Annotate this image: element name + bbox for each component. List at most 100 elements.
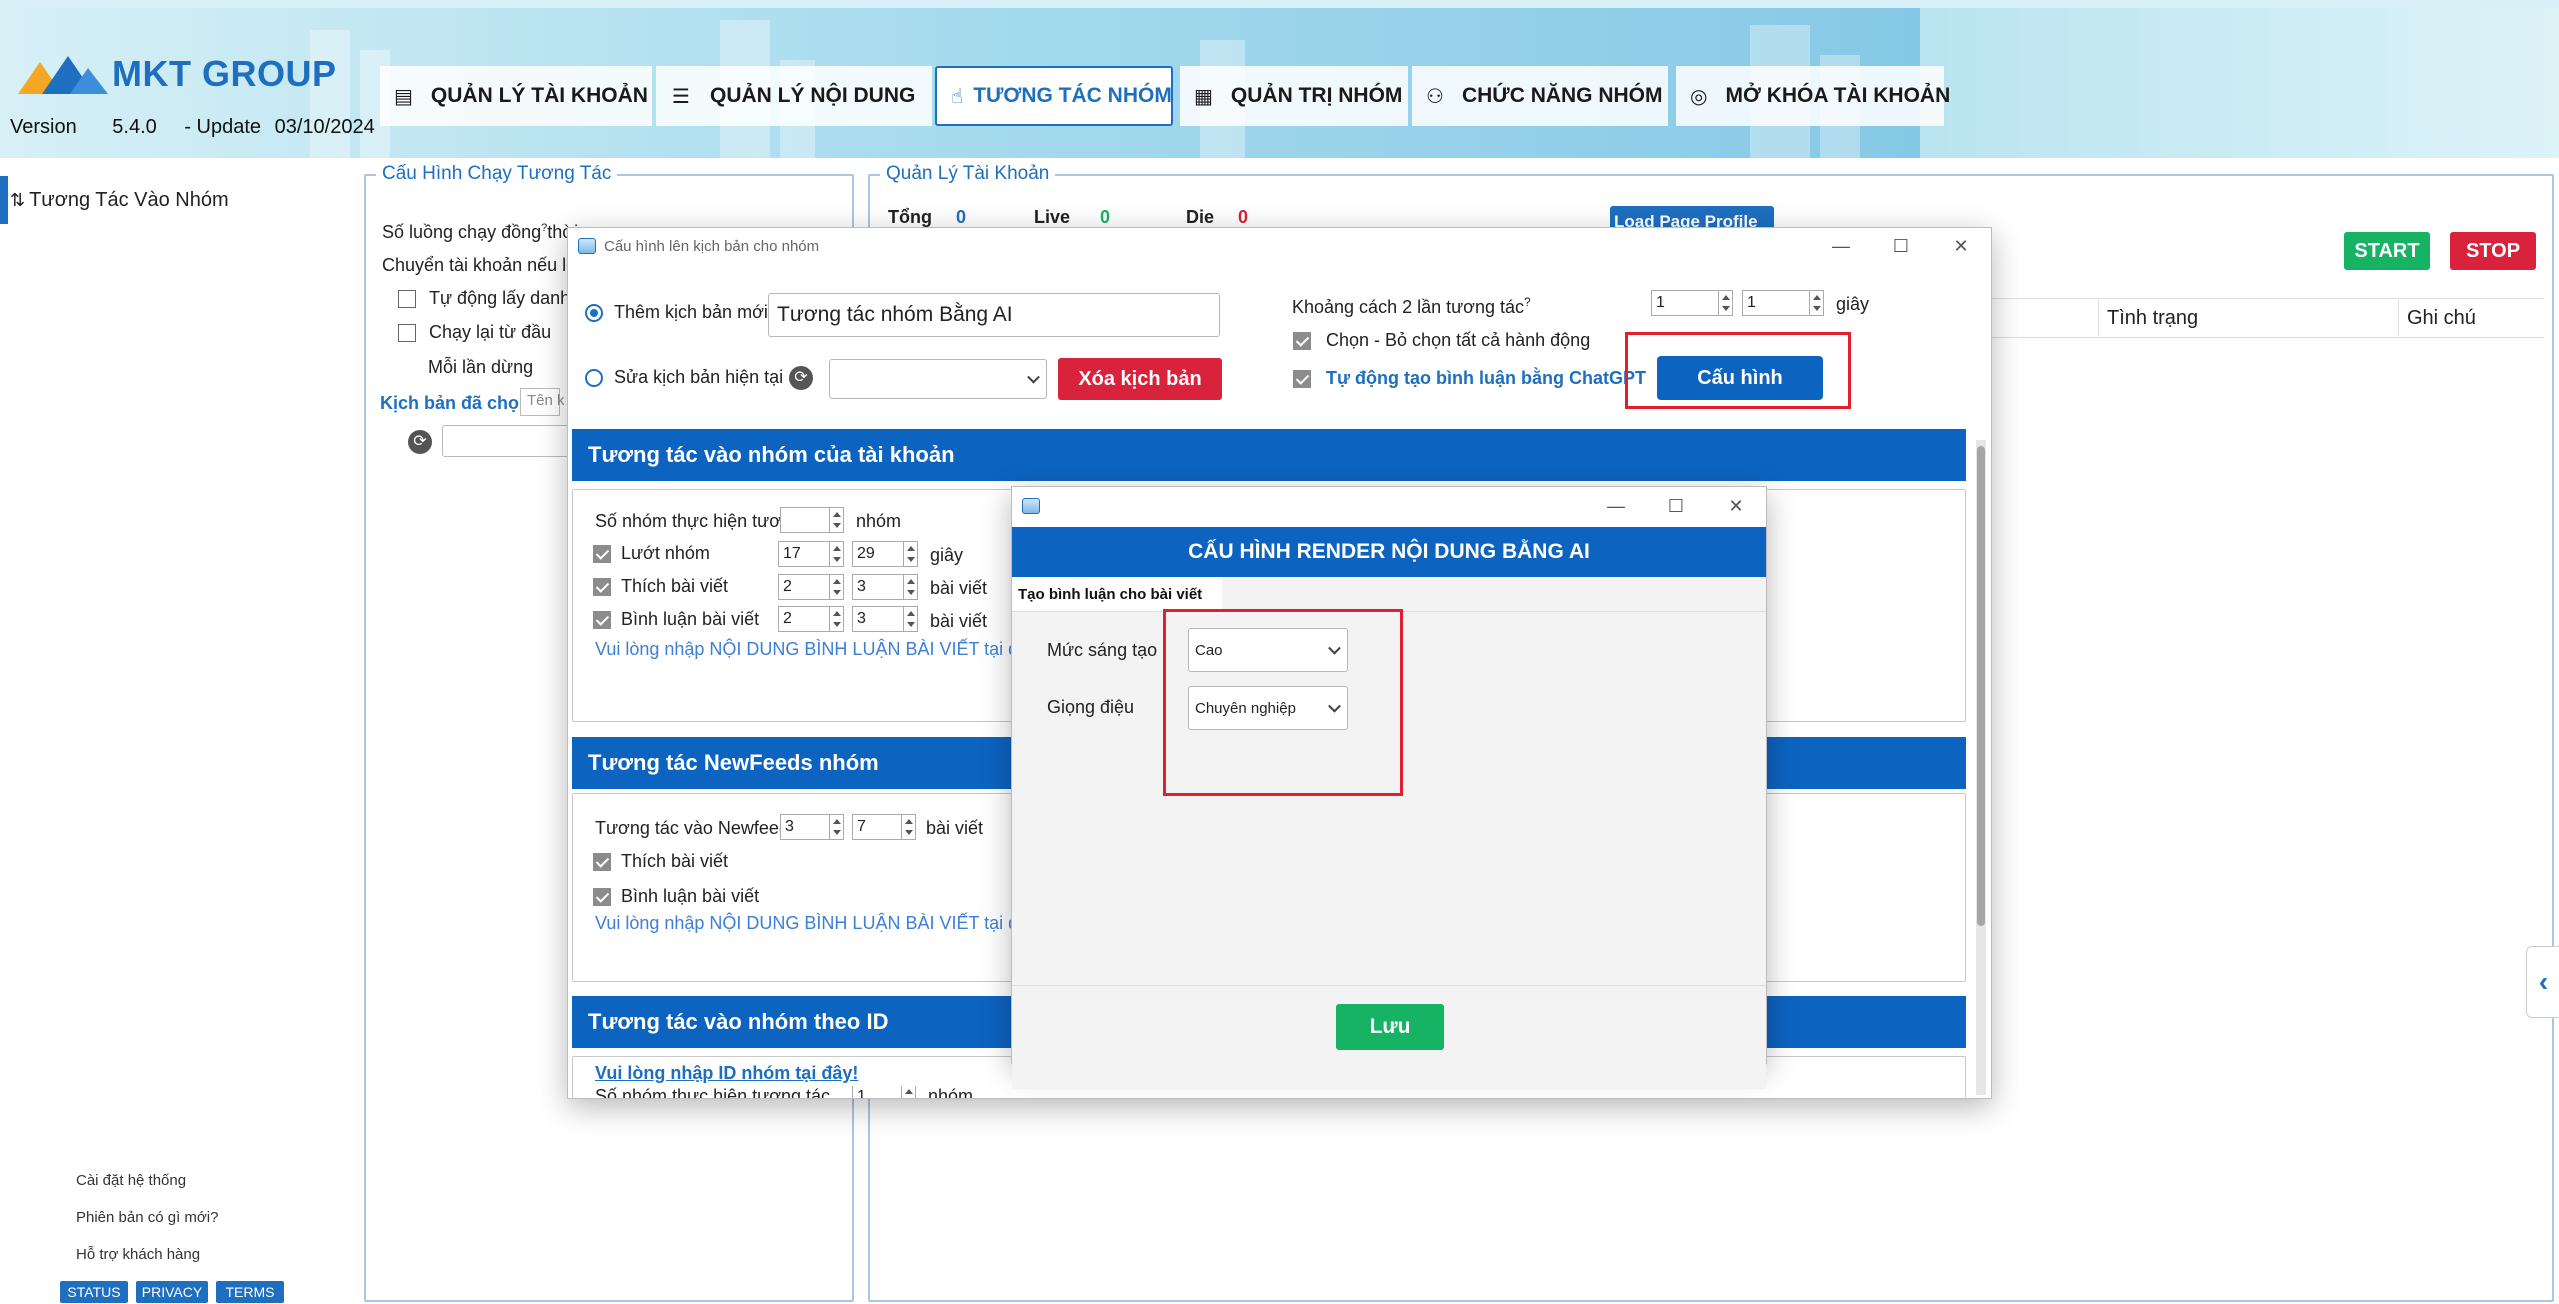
new-script-name-input[interactable]: Tương tác nhóm Bằng AI: [768, 293, 1220, 337]
edit-script-radio[interactable]: [585, 369, 603, 388]
privacy-button[interactable]: PRIVACY: [136, 1281, 208, 1303]
scroll-groups-checkbox[interactable]: [593, 545, 611, 564]
edit-script-option[interactable]: Sửa kịch bản hiện tại: [585, 367, 783, 388]
tab-unlock-account[interactable]: ◎ MỞ KHÓA TÀI KHOẢN: [1676, 66, 1950, 126]
maximize-icon[interactable]: ☐: [1646, 487, 1706, 525]
maximize-icon[interactable]: ☐: [1871, 228, 1931, 264]
interval-to-spin[interactable]: 1: [1742, 290, 1824, 316]
start-button[interactable]: START: [2344, 232, 2430, 270]
tab-account-management[interactable]: ▤ QUẢN LÝ TÀI KHOẢN: [380, 66, 652, 126]
newfeed-comment-option[interactable]: Bình luận bài viết: [593, 886, 759, 907]
column-status[interactable]: Tình trạng: [2098, 300, 2398, 336]
logo-mark-icon: [18, 56, 108, 94]
status-button[interactable]: STATUS: [60, 1281, 128, 1303]
save-button[interactable]: Lưu: [1336, 1004, 1444, 1050]
existing-script-select[interactable]: [829, 359, 1047, 399]
tab-group-admin[interactable]: ▦ QUẢN TRỊ NHÓM: [1180, 66, 1408, 126]
update-label: - Update: [184, 116, 262, 138]
close-icon[interactable]: ✕: [1931, 228, 1991, 264]
delete-script-button[interactable]: Xóa kịch bản: [1058, 358, 1222, 400]
sidebar-item-label: Tương Tác Vào Nhóm: [29, 188, 229, 211]
new-script-option[interactable]: Thêm kịch bản mới: [585, 302, 768, 323]
logo-text: MKT GROUP: [112, 53, 337, 94]
select-all-checkbox[interactable]: [1293, 332, 1311, 351]
threads-label: Số luồng chạy đồng?thời: [382, 222, 579, 242]
refresh-scripts-icon[interactable]: ⟳: [789, 366, 813, 390]
newfeed-comment-checkbox[interactable]: [593, 888, 611, 907]
terms-button[interactable]: TERMS: [216, 1281, 284, 1303]
newfeed-label: Tương tác vào Newfeed: [595, 818, 789, 838]
collapse-panel-button[interactable]: ‹: [2526, 946, 2559, 1018]
like-to-spin[interactable]: 3: [852, 574, 918, 600]
tab-group-interaction[interactable]: ☝ TƯƠNG TÁC NHÓM: [935, 66, 1173, 126]
restart-option[interactable]: Chạy lại từ đầu: [398, 322, 551, 343]
newfeed-to-spin[interactable]: 7: [852, 814, 916, 840]
fingerprint-icon: ◎: [1690, 85, 1708, 108]
comment-posts-option[interactable]: Bình luận bài viết: [593, 609, 759, 630]
selected-scripts-label: Kịch bản đã chọ: [380, 393, 520, 413]
comment-from-spin[interactable]: 2: [778, 606, 844, 632]
scroll-from-spin[interactable]: 17: [778, 541, 844, 567]
auto-name-checkbox[interactable]: [398, 290, 416, 309]
newfeed-like-option[interactable]: Thích bài viết: [593, 851, 728, 872]
hand-pointer-icon: ☝: [951, 85, 964, 108]
scrollbar-thumb[interactable]: [1977, 446, 1985, 926]
newfeed-comment-content-link[interactable]: Vui lòng nhập NỘI DUNG BÌNH LUẬN BÀI VIẾ…: [595, 913, 1037, 934]
like-from-spin[interactable]: 2: [778, 574, 844, 600]
scroll-unit: giây: [930, 545, 964, 565]
like-posts-checkbox[interactable]: [593, 578, 611, 597]
scroll-to-spin[interactable]: 29: [852, 541, 918, 567]
tab-group-functions[interactable]: ⚇ CHỨC NĂNG NHÓM: [1412, 66, 1668, 126]
sidebar-active-indicator: [0, 176, 8, 224]
tab-post-comment[interactable]: Tạo bình luận cho bài viết: [1012, 577, 1222, 611]
script-select[interactable]: [442, 425, 572, 457]
die-count: 0: [1238, 207, 1249, 227]
groups-count-spin[interactable]: [780, 507, 844, 533]
newfeed-like-checkbox[interactable]: [593, 853, 611, 872]
run-config-title: Cấu Hình Chạy Tương Tác: [376, 163, 618, 185]
like-posts-option[interactable]: Thích bài viết: [593, 576, 728, 597]
switch-account-label: Chuyển tài khoản nếu lỗ: [382, 255, 577, 275]
by-id-groups-unit: nhóm: [928, 1086, 974, 1098]
stop-button[interactable]: STOP: [2450, 232, 2536, 270]
chatgpt-checkbox[interactable]: [1293, 370, 1311, 389]
account-list-icon: ▤: [394, 85, 413, 108]
scroll-groups-option[interactable]: Lướt nhóm: [593, 543, 710, 564]
tab-content-management[interactable]: ☰ QUẢN LÝ NỘI DUNG: [656, 66, 932, 126]
minimize-icon[interactable]: —: [1586, 487, 1646, 525]
group-id-link[interactable]: Vui lòng nhập ID nhóm tại đây!: [595, 1063, 858, 1084]
newfeed-from-spin[interactable]: 3: [780, 814, 844, 840]
comment-content-link[interactable]: Vui lòng nhập NỘI DUNG BÌNH LUẬN BÀI VIẾ…: [595, 639, 1037, 660]
group-people-icon: ⚇: [1426, 85, 1444, 108]
version-number: 5.4.0: [112, 116, 157, 138]
restart-checkbox[interactable]: [398, 324, 416, 343]
whats-new-link[interactable]: Phiên bản có gì mới?: [76, 1209, 218, 1226]
config-button[interactable]: Cấu hình: [1657, 356, 1823, 400]
comment-posts-checkbox[interactable]: [593, 611, 611, 630]
groups-count-unit: nhóm: [856, 511, 902, 531]
script-window-scrollbar[interactable]: [1976, 440, 1986, 1095]
select-all-option[interactable]: Chọn - Bỏ chọn tất cả hành động: [1293, 330, 1590, 351]
sidebar-item-group-interaction[interactable]: ⇅ Tương Tác Vào Nhóm: [0, 176, 340, 224]
total-label: Tổng: [888, 207, 932, 227]
refresh-icon[interactable]: ⟳: [408, 430, 432, 454]
chatgpt-option[interactable]: Tự động tạo bình luận bằng ChatGPT: [1293, 368, 1646, 389]
minimize-icon[interactable]: —: [1811, 228, 1871, 264]
by-id-groups-spin[interactable]: 1: [852, 1086, 916, 1098]
comment-to-spin[interactable]: 3: [852, 606, 918, 632]
auto-name-option[interactable]: Tự động lấy danh: [398, 288, 570, 309]
settings-link[interactable]: Cài đặt hệ thống: [76, 1172, 186, 1189]
support-link[interactable]: Hỗ trợ khách hàng: [76, 1246, 200, 1263]
comment-unit: bài viết: [930, 611, 988, 631]
interval-from-spin[interactable]: 1: [1651, 290, 1733, 316]
live-count: 0: [1100, 207, 1111, 227]
like-unit: bài viết: [930, 578, 988, 598]
close-icon[interactable]: ✕: [1706, 487, 1766, 525]
creativity-label: Mức sáng tạo: [1047, 640, 1158, 660]
script-name-input[interactable]: Tên k: [520, 388, 565, 416]
column-note[interactable]: Ghi chú: [2398, 300, 2544, 336]
new-script-radio[interactable]: [585, 304, 603, 323]
admin-doc-icon: ▦: [1194, 85, 1213, 108]
ai-window-header: CẤU HÌNH RENDER NỘI DUNG BẰNG AI: [1012, 527, 1766, 577]
tab-label: QUẢN TRỊ NHÓM: [1230, 84, 1403, 107]
